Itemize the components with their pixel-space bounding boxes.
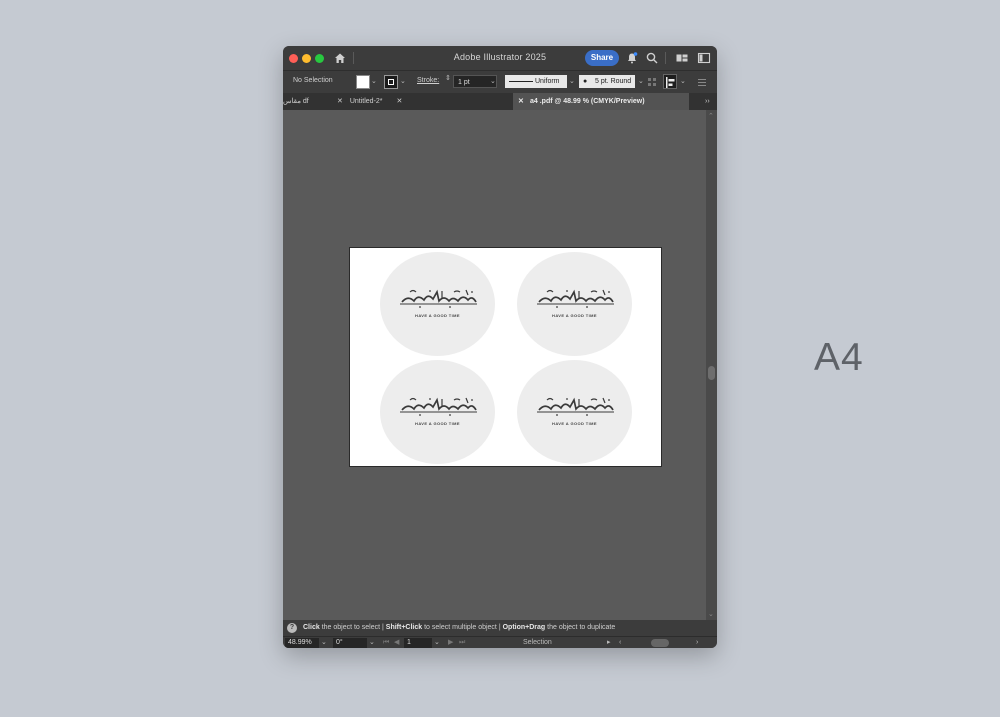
profile-label: Uniform [535,78,560,85]
horizontal-scroll-thumb[interactable] [651,639,669,647]
canvas-area[interactable]: HAVE A GOOD TIME HAVE A GOOD TIME HAVE A… [283,110,706,620]
artboard[interactable]: HAVE A GOOD TIME HAVE A GOOD TIME HAVE A… [349,247,662,467]
brush-definition-select[interactable]: ● 5 pt. Round [579,75,635,88]
arabic-calligraphy-logo [537,397,614,416]
workspace-switcher-icon[interactable] [675,51,689,65]
illustrator-window: Adobe Illustrator 2025 Share No Selectio… [283,46,717,648]
chevron-down-icon[interactable]: ⌄ [490,77,496,85]
share-button[interactable]: Share [585,50,619,66]
hint-key: Shift+Click [385,624,423,631]
coaster-tagline: HAVE A GOOD TIME [552,421,597,426]
arabic-calligraphy-logo [400,289,477,308]
document-tab-bar: مقاس df ✕ Untitled-2* ✕ ✕ a4 .pdf @ 48.9… [283,93,717,110]
grid-icon[interactable] [647,77,657,87]
chevron-down-icon[interactable]: ⌄ [400,77,406,85]
scroll-up-icon[interactable]: ⌃ [708,112,714,120]
chevron-down-icon[interactable]: ⌄ [434,638,440,648]
rotation-field[interactable]: 0° [333,638,367,648]
more-options-icon[interactable] [697,77,707,87]
chevron-down-icon[interactable]: ⌄ [569,77,575,85]
control-bar: No Selection ⌄ ⌄ Stroke: ⇕ 1 pt ⌄ Unifor… [283,70,717,93]
stroke-swatch[interactable] [384,75,398,89]
hint-text: the object to duplicate [547,624,616,631]
tab-label: Untitled-2* [349,98,383,105]
panel-toggle-icon[interactable] [697,51,711,65]
coaster-design[interactable]: HAVE A GOOD TIME [517,252,632,356]
close-icon[interactable]: ✕ [518,93,524,110]
hint-key: Option+Drag [502,624,546,631]
coaster-design[interactable]: HAVE A GOOD TIME [380,252,495,356]
chevron-down-icon[interactable]: ⌄ [369,638,375,648]
more-tabs-icon[interactable]: ›› [705,93,710,110]
next-artboard-icon[interactable]: ▶ [448,638,453,648]
tab-untitled-2[interactable]: ✕ Untitled-2* ✕ [337,93,402,110]
status-hint-bar: ? Click the object to select | Shift+Cli… [283,620,717,636]
coaster-design[interactable]: HAVE A GOOD TIME [380,360,495,464]
stroke-label[interactable]: Stroke: [417,77,439,84]
arabic-calligraphy-logo [537,289,614,308]
tab-label: a4 .pdf @ 48.99 % (CMYK/Preview) [530,98,645,105]
variable-width-profile-select[interactable]: Uniform [505,75,567,88]
coaster-design[interactable]: HAVE A GOOD TIME [517,360,632,464]
first-artboard-icon[interactable]: ⏮ [383,638,389,648]
title-bar: Adobe Illustrator 2025 Share [283,46,717,70]
coaster-tagline: HAVE A GOOD TIME [415,421,460,426]
arabic-calligraphy-logo [400,397,477,416]
page-size-label: A4 [814,336,864,379]
zoom-field[interactable]: 48.99% [285,638,319,648]
chevron-down-icon[interactable]: ⌄ [680,77,686,85]
notification-bell-icon[interactable] [625,51,639,65]
scroll-left-icon[interactable]: ‹ [619,638,621,648]
close-icon[interactable]: ✕ [337,98,343,105]
hint-text: the object to select | [321,624,384,631]
title-separator [665,52,666,64]
bottom-bar: 48.99% ⌄ 0° ⌄ ⏮ ◀ 1 ⌄ ▶ ⏭ Selection ▸ ‹ … [283,636,717,648]
align-button[interactable] [663,74,677,89]
brush-dot-icon: ● [583,78,588,85]
help-icon[interactable]: ? [287,623,297,633]
brush-label: 5 pt. Round [595,78,632,85]
fill-swatch[interactable] [356,75,370,89]
scroll-right-icon[interactable]: › [696,638,698,648]
search-icon[interactable] [645,51,659,65]
tab-a4-pdf[interactable]: ✕ a4 .pdf @ 48.99 % (CMYK/Preview) [513,93,689,110]
status-hint: Click the object to select | Shift+Click… [303,624,615,631]
tab-label: مقاس df [283,98,309,105]
selection-status: No Selection [293,77,333,84]
last-artboard-icon[interactable]: ⏭ [459,638,465,648]
stepper-icon[interactable]: ⇕ [445,74,451,82]
hint-key: Click [303,624,320,631]
tool-menu-arrow-icon[interactable]: ▸ [607,638,611,648]
coaster-tagline: HAVE A GOOD TIME [415,313,460,318]
artboard-number-field[interactable]: 1 [404,638,432,648]
vertical-scrollbar[interactable]: ⌃ ⌄ [706,110,717,620]
stroke-line-icon [509,81,533,82]
vertical-scroll-thumb[interactable] [708,366,715,380]
chevron-down-icon[interactable]: ⌄ [371,77,377,85]
previous-artboard-icon[interactable]: ◀ [394,638,399,648]
chevron-down-icon[interactable]: ⌄ [638,77,644,85]
scroll-down-icon[interactable]: ⌄ [708,610,714,618]
align-left-icon [666,77,675,88]
coaster-tagline: HAVE A GOOD TIME [552,313,597,318]
tab-first-document[interactable]: مقاس df [283,93,309,110]
current-tool-label: Selection [523,639,552,646]
close-icon[interactable]: ✕ [396,98,402,105]
chevron-down-icon[interactable]: ⌄ [321,638,327,648]
hint-text: to select multiple object | [424,624,501,631]
